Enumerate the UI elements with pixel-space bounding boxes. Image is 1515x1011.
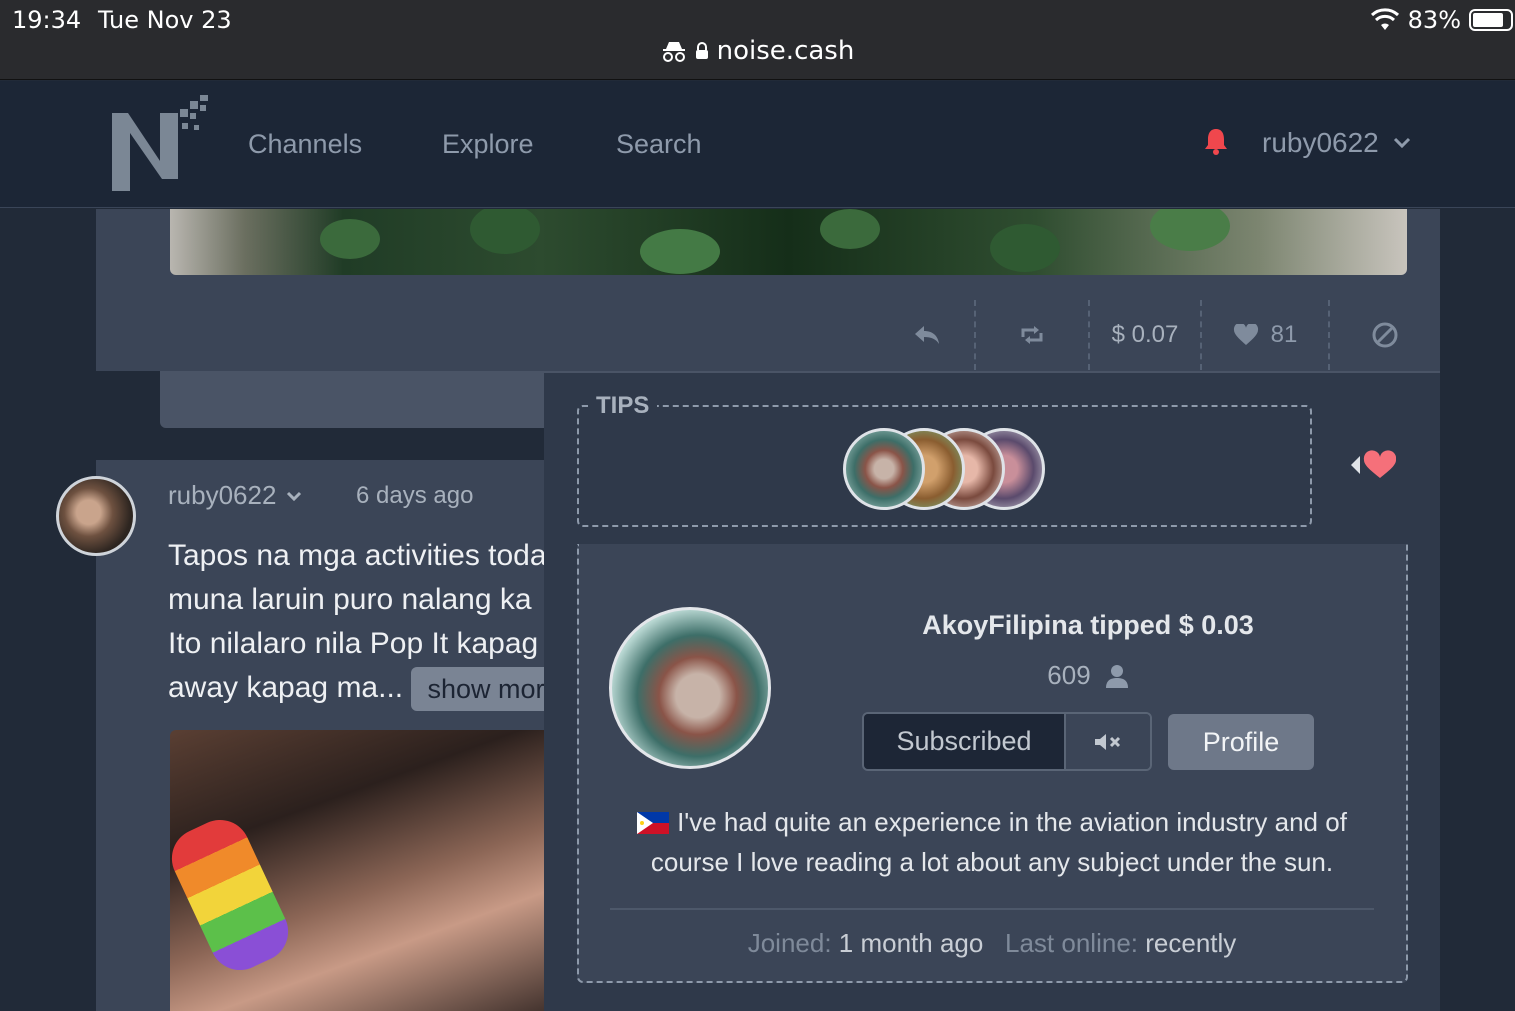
url-text: noise.cash <box>716 36 855 66</box>
status-bar: 19:34 Tue Nov 23 83% noise.cash <box>0 0 1515 80</box>
chevron-down-icon <box>287 491 302 501</box>
incognito-icon <box>662 42 685 62</box>
divider <box>610 908 1374 910</box>
profile-bio: I've had quite an experience in the avia… <box>610 802 1374 882</box>
tips-label: TIPS <box>588 392 658 420</box>
heart-icon <box>1233 324 1258 345</box>
user-icon <box>1105 664 1128 688</box>
follower-number: 609 <box>1047 660 1091 690</box>
tipped-text: AkoyFilipina tipped $ 0.03 <box>922 610 1254 640</box>
bio-text: I've had quite an experience in the avia… <box>650 807 1347 877</box>
like-count: 81 <box>1270 321 1298 348</box>
show-more-button[interactable]: show more <box>411 667 548 712</box>
post-line: muna laruin puro nalang ka <box>168 583 532 616</box>
status-time: 19:34 <box>12 6 82 34</box>
post-image-previous[interactable] <box>170 209 1407 275</box>
hide-button[interactable] <box>1330 300 1440 370</box>
joined-value: 1 month ago <box>838 928 984 958</box>
battery-percent: 83% <box>1407 6 1461 34</box>
repost-icon <box>1021 326 1043 344</box>
mute-button[interactable] <box>1064 714 1150 769</box>
like-button[interactable]: 81 <box>1202 300 1330 370</box>
status-indicators: 83% <box>1370 6 1515 34</box>
follower-count: 609 <box>860 660 1316 691</box>
tip-amount-button[interactable]: $ 0.07 <box>1090 300 1202 370</box>
joined-label: Joined: <box>747 928 832 958</box>
block-icon <box>1372 322 1398 348</box>
reply-icon <box>915 326 939 344</box>
status-date: Tue Nov 23 <box>98 6 232 34</box>
profile-meta: Joined: 1 month ago Last online: recentl… <box>610 928 1374 959</box>
lock-icon <box>695 42 708 59</box>
post-line: Tapos na mga activities toda <box>168 539 547 572</box>
noise-logo[interactable] <box>110 95 210 191</box>
user-menu-name: ruby0622 <box>1262 127 1379 158</box>
address-bar[interactable]: noise.cash <box>0 36 1515 66</box>
profile-avatar[interactable] <box>609 607 771 769</box>
post-timestamp[interactable]: 6 days ago <box>356 482 473 510</box>
profile-button[interactable]: Profile <box>1168 714 1314 770</box>
reply-button[interactable] <box>880 300 976 370</box>
post-author[interactable]: ruby0622 <box>168 480 302 511</box>
subscription-controls: Subscribed <box>862 712 1152 771</box>
post-author-name: ruby0622 <box>168 480 277 510</box>
last-online-value: recently <box>1145 928 1237 958</box>
mute-icon <box>1095 733 1121 750</box>
wifi-icon <box>1370 8 1399 30</box>
post-image[interactable] <box>170 730 545 1011</box>
user-menu[interactable]: ruby0622 <box>1262 127 1411 159</box>
philippines-flag-icon <box>637 812 670 834</box>
nav-explore[interactable]: Explore <box>442 129 534 160</box>
tipper-avatar[interactable] <box>843 428 925 510</box>
nav-channels[interactable]: Channels <box>248 129 362 160</box>
repost-button[interactable] <box>976 300 1090 370</box>
post-action-bar: $ 0.07 81 <box>880 300 1440 370</box>
post-line: away kapag ma... <box>168 671 404 704</box>
tip-heart-icon[interactable] <box>1350 450 1396 480</box>
notification-bell-icon[interactable] <box>1203 127 1229 155</box>
chevron-down-icon <box>1393 137 1410 149</box>
nav-search[interactable]: Search <box>616 129 702 160</box>
post-body: Tapos na mga activities toda muna laruin… <box>168 534 548 712</box>
post-line: Ito nilalaro nila Pop It kapag <box>168 627 539 660</box>
post-author-avatar[interactable] <box>56 476 136 556</box>
battery-icon <box>1469 9 1513 31</box>
last-online-label: Last online: <box>1005 928 1138 958</box>
top-navbar: Channels Explore Search ruby0622 <box>0 81 1515 208</box>
subscribed-button[interactable]: Subscribed <box>864 714 1064 769</box>
